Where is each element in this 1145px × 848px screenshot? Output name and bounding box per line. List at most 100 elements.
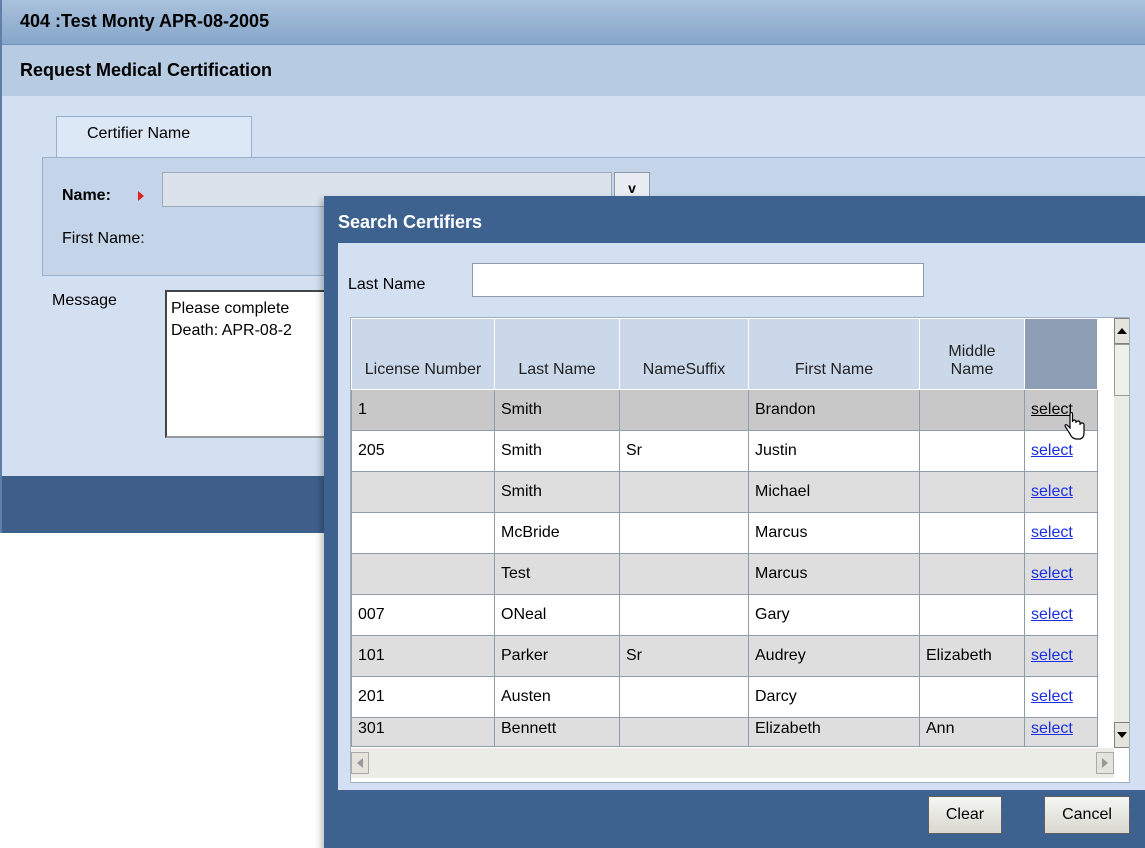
cell-license: 205 (351, 430, 495, 472)
cell-suffix (619, 676, 749, 718)
table-row[interactable]: Test Marcus select (351, 553, 1098, 595)
cell-suffix (619, 512, 749, 554)
cell-first-name: Michael (748, 471, 920, 513)
cell-license (351, 471, 495, 513)
table-row[interactable]: 301 Bennett Elizabeth Ann select (351, 717, 1098, 747)
hand-cursor-icon (1064, 412, 1085, 440)
column-header-license[interactable]: License Number (351, 318, 495, 390)
table-header-row: License Number Last Name NameSuffix Firs… (351, 318, 1098, 390)
table-row[interactable]: McBride Marcus select (351, 512, 1098, 554)
arrow-left-icon (357, 758, 363, 768)
dialog-body: Last Name License Number Last Name NameS… (338, 243, 1145, 790)
certifiers-table: License Number Last Name NameSuffix Firs… (351, 318, 1098, 747)
cell-last-name: Smith (494, 430, 620, 472)
cell-suffix (619, 594, 749, 636)
cell-first-name: Audrey (748, 635, 920, 677)
name-label: Name: (62, 187, 111, 204)
cell-middle-name (919, 512, 1025, 554)
cell-last-name: ONeal (494, 594, 620, 636)
scroll-thumb[interactable] (1114, 344, 1129, 396)
select-link[interactable]: select (1031, 688, 1073, 705)
required-marker-icon (138, 191, 144, 201)
table-row[interactable]: 205 Smith Sr Justin select (351, 430, 1098, 472)
cell-first-name: Marcus (748, 512, 920, 554)
table-row[interactable]: 101 Parker Sr Audrey Elizabeth select (351, 635, 1098, 677)
cell-first-name: Justin (748, 430, 920, 472)
cell-middle-name: Ann (919, 717, 1025, 747)
scroll-up-button[interactable] (1114, 318, 1129, 344)
table-row[interactable]: 007 ONeal Gary select (351, 594, 1098, 636)
cell-last-name: Test (494, 553, 620, 595)
horizontal-scrollbar[interactable] (351, 748, 1114, 778)
cell-suffix (619, 389, 749, 431)
cell-last-name: Parker (494, 635, 620, 677)
cell-suffix: Sr (619, 635, 749, 677)
column-header-name-suffix[interactable]: NameSuffix (619, 318, 749, 390)
cell-suffix: Sr (619, 430, 749, 472)
scroll-right-button[interactable] (1096, 752, 1114, 774)
arrow-down-icon (1117, 732, 1127, 738)
cell-middle-name: Elizabeth (919, 635, 1025, 677)
last-name-search-input[interactable] (472, 263, 924, 297)
table-row[interactable]: 201 Austen Darcy select (351, 676, 1098, 718)
window-titlebar: 404 :Test Monty APR-08-2005 (2, 0, 1145, 45)
column-header-last-name[interactable]: Last Name (494, 318, 620, 390)
search-certifiers-dialog: Search Certifiers Last Name License Numb… (324, 196, 1145, 848)
arrow-right-icon (1102, 758, 1108, 768)
certifiers-grid: License Number Last Name NameSuffix Firs… (350, 317, 1130, 783)
cell-last-name: Smith (494, 389, 620, 431)
cell-middle-name (919, 389, 1025, 431)
select-link[interactable]: select (1031, 442, 1073, 459)
cell-suffix (619, 717, 749, 747)
vertical-scrollbar[interactable] (1114, 318, 1129, 748)
cell-license: 101 (351, 635, 495, 677)
table-row[interactable]: 1 Smith Brandon select (351, 389, 1098, 431)
select-link[interactable]: select (1031, 524, 1073, 541)
cell-first-name: Marcus (748, 553, 920, 595)
arrow-up-icon (1117, 328, 1127, 334)
cell-first-name: Elizabeth (748, 717, 920, 747)
scroll-down-button[interactable] (1114, 722, 1129, 748)
cell-license: 007 (351, 594, 495, 636)
cell-last-name: Austen (494, 676, 620, 718)
cancel-button[interactable]: Cancel (1044, 796, 1130, 834)
select-link[interactable]: select (1031, 720, 1073, 737)
cell-first-name: Brandon (748, 389, 920, 431)
last-name-label: Last Name (348, 276, 426, 293)
select-link[interactable]: select (1031, 565, 1073, 582)
message-label: Message (52, 292, 117, 309)
column-header-action (1024, 318, 1098, 390)
cell-license (351, 553, 495, 595)
column-header-middle-name[interactable]: Middle Name (919, 318, 1025, 390)
window-title: 404 :Test Monty APR-08-2005 (20, 11, 270, 31)
page-title: Request Medical Certification (20, 60, 273, 80)
cell-license: 1 (351, 389, 495, 431)
clear-button[interactable]: Clear (928, 796, 1002, 834)
select-link[interactable]: select (1031, 606, 1073, 623)
cell-first-name: Gary (748, 594, 920, 636)
cell-last-name: Smith (494, 471, 620, 513)
cell-license (351, 512, 495, 554)
cell-middle-name (919, 676, 1025, 718)
table-row[interactable]: Smith Michael select (351, 471, 1098, 513)
cell-middle-name (919, 471, 1025, 513)
select-link[interactable]: select (1031, 647, 1073, 664)
column-header-first-name[interactable]: First Name (748, 318, 920, 390)
tab-label: Certifier Name (87, 125, 191, 142)
cell-middle-name (919, 594, 1025, 636)
message-textarea[interactable]: Please complete Death: APR-08-2 (165, 290, 345, 438)
section-header: Request Medical Certification (2, 45, 1145, 96)
cell-suffix (619, 553, 749, 595)
cell-middle-name (919, 430, 1025, 472)
cell-license: 201 (351, 676, 495, 718)
cell-license: 301 (351, 717, 495, 747)
cell-last-name: Bennett (494, 717, 620, 747)
tab-certifier-name[interactable]: Certifier Name (56, 116, 252, 159)
cell-first-name: Darcy (748, 676, 920, 718)
cell-suffix (619, 471, 749, 513)
select-link[interactable]: select (1031, 483, 1073, 500)
dialog-title: Search Certifiers (338, 212, 483, 232)
cell-last-name: McBride (494, 512, 620, 554)
cell-middle-name (919, 553, 1025, 595)
scroll-left-button[interactable] (351, 752, 369, 774)
